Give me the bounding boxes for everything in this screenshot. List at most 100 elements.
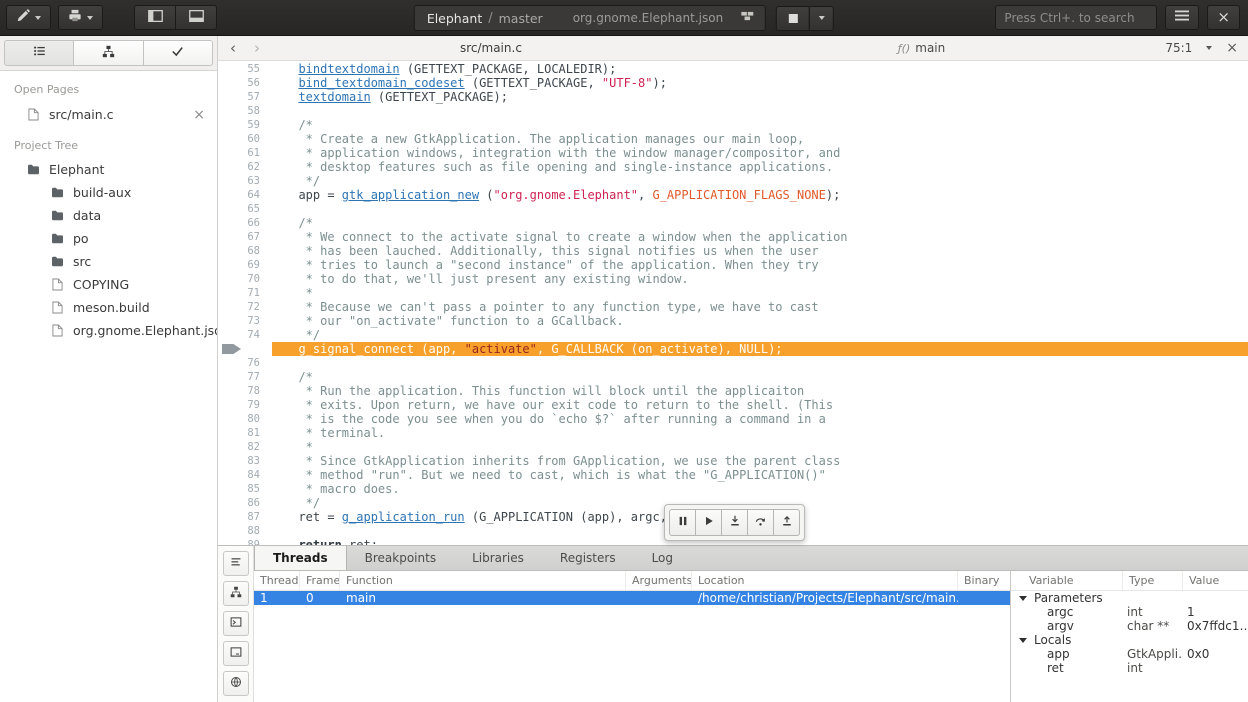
panel-tab-threads[interactable]: Threads — [254, 546, 347, 570]
line-number[interactable]: 58 — [218, 104, 272, 118]
code-line-66[interactable]: 66 /* — [218, 216, 1248, 230]
line-number[interactable]: 76 — [218, 356, 272, 370]
tree-item-meson-build[interactable]: meson.build — [0, 296, 217, 319]
code-line-72[interactable]: 72 * Because we can't pass a pointer to … — [218, 300, 1248, 314]
line-number[interactable]: 67 — [218, 230, 272, 244]
variable-argc[interactable]: argcint1 — [1011, 605, 1248, 619]
variable-app[interactable]: appGtkAppli…0x0 — [1011, 647, 1248, 661]
menu-button[interactable] — [1165, 5, 1199, 30]
code-line-74[interactable]: 74 */ — [218, 328, 1248, 342]
panel-button-terminal[interactable] — [223, 611, 249, 636]
code-line-76[interactable]: 76 — [218, 356, 1248, 370]
code-line-75[interactable]: g_signal_connect (app, "activate", G_CAL… — [218, 342, 1248, 356]
sidebar-tab-build[interactable] — [73, 40, 143, 66]
debug-continue-button[interactable] — [695, 509, 722, 536]
run-options-button[interactable] — [809, 6, 834, 31]
search-input[interactable] — [995, 5, 1157, 30]
sidebar-tab-pages[interactable] — [4, 40, 74, 66]
code-line-56[interactable]: 56 bind_textdomain_codeset (GETTEXT_PACK… — [218, 76, 1248, 90]
line-number[interactable]: 73 — [218, 314, 272, 328]
line-number[interactable]: 68 — [218, 244, 272, 258]
nav-forward-button[interactable]: › — [254, 36, 260, 60]
code-line-82[interactable]: 82 * — [218, 440, 1248, 454]
disclosure-triangle-icon[interactable] — [1019, 596, 1027, 601]
line-number[interactable]: 81 — [218, 426, 272, 440]
line-number[interactable]: 89 — [218, 538, 272, 545]
code-line-78[interactable]: 78 * Run the application. This function … — [218, 384, 1248, 398]
editor-menu-caret-icon[interactable] — [1206, 46, 1212, 50]
line-number[interactable]: 61 — [218, 146, 272, 160]
code-line-59[interactable]: 59 /* — [218, 118, 1248, 132]
panel-button-build-output[interactable] — [223, 551, 249, 576]
line-number[interactable] — [218, 342, 272, 356]
toggle-left-panel-button[interactable] — [134, 5, 176, 30]
line-number[interactable]: 62 — [218, 160, 272, 174]
code-line-55[interactable]: 55 bindtextdomain (GETTEXT_PACKAGE, LOCA… — [218, 62, 1248, 76]
disclosure-triangle-icon[interactable] — [1019, 638, 1027, 643]
code-line-62[interactable]: 62 * desktop features such as file openi… — [218, 160, 1248, 174]
variable-group-locals[interactable]: Locals — [1011, 633, 1248, 647]
code-line-73[interactable]: 73 * our "on_activate" function to a GCa… — [218, 314, 1248, 328]
current-symbol-button[interactable]: ƒ() main — [898, 36, 945, 60]
nav-back-button[interactable]: ‹ — [230, 36, 236, 60]
variable-group-parameters[interactable]: Parameters — [1011, 591, 1248, 605]
line-number[interactable]: 70 — [218, 272, 272, 286]
toggle-bottom-panel-button[interactable] — [175, 5, 217, 30]
close-page-icon[interactable]: × — [193, 108, 205, 122]
line-number[interactable]: 78 — [218, 384, 272, 398]
line-number[interactable]: 83 — [218, 454, 272, 468]
code-line-67[interactable]: 67 * We connect to the activate signal t… — [218, 230, 1248, 244]
line-number[interactable]: 59 — [218, 118, 272, 132]
code-line-71[interactable]: 71 * — [218, 286, 1248, 300]
code-line-61[interactable]: 61 * application windows, integration wi… — [218, 146, 1248, 160]
code-line-69[interactable]: 69 * tries to launch a "second instance"… — [218, 258, 1248, 272]
code-line-65[interactable]: 65 — [218, 202, 1248, 216]
open-page-item[interactable]: src/main.c× — [0, 102, 217, 127]
line-number[interactable]: 87 — [218, 510, 272, 524]
thread-row[interactable]: 10main/home/christian/Projects/Elephant/… — [254, 591, 1010, 605]
code-line-70[interactable]: 70 * to do that, we'll just present any … — [218, 272, 1248, 286]
code-line-77[interactable]: 77 /* — [218, 370, 1248, 384]
line-number[interactable]: 64 — [218, 188, 272, 202]
debug-pause-button[interactable] — [669, 509, 696, 536]
code-line-83[interactable]: 83 * Since GtkApplication inherits from … — [218, 454, 1248, 468]
code-line-57[interactable]: 57 textdomain (GETTEXT_PACKAGE); — [218, 90, 1248, 104]
build-profile-button[interactable] — [58, 5, 103, 30]
tree-item-data[interactable]: data — [0, 204, 217, 227]
debug-step-over-button[interactable] — [747, 509, 774, 536]
surface-menu-button[interactable] — [6, 5, 51, 30]
code-line-81[interactable]: 81 * terminal. — [218, 426, 1248, 440]
code-line-68[interactable]: 68 * has been lauched. Additionally, thi… — [218, 244, 1248, 258]
panel-button-runtime-terminal[interactable] — [223, 641, 249, 666]
tree-item-build-aux[interactable]: build-aux — [0, 181, 217, 204]
code-line-79[interactable]: 79 * exits. Upon return, we have our exi… — [218, 398, 1248, 412]
line-number[interactable]: 57 — [218, 90, 272, 104]
code-lines[interactable]: 55 bindtextdomain (GETTEXT_PACKAGE, LOCA… — [218, 61, 1248, 545]
omnibar[interactable]: Elephant / master org.gnome.Elephant.jso… — [414, 5, 766, 31]
cursor-position[interactable]: 75:1 — [1165, 41, 1192, 55]
tree-item-po[interactable]: po — [0, 227, 217, 250]
line-number[interactable]: 74 — [218, 328, 272, 342]
line-number[interactable]: 80 — [218, 412, 272, 426]
tree-item-src[interactable]: src — [0, 250, 217, 273]
debug-step-in-button[interactable] — [721, 509, 748, 536]
tree-item-org-gnome-elephant-json[interactable]: org.gnome.Elephant.json — [0, 319, 217, 342]
code-line-60[interactable]: 60 * Create a new GtkApplication. The ap… — [218, 132, 1248, 146]
code-line-64[interactable]: 64 app = gtk_application_new ("org.gnome… — [218, 188, 1248, 202]
line-number[interactable]: 56 — [218, 76, 272, 90]
panel-tab-libraries[interactable]: Libraries — [454, 546, 542, 570]
code-line-80[interactable]: 80 * is the code you see when you do `ec… — [218, 412, 1248, 426]
line-number[interactable]: 85 — [218, 482, 272, 496]
stop-build-button[interactable] — [776, 6, 810, 31]
line-number[interactable]: 79 — [218, 398, 272, 412]
code-line-85[interactable]: 85 * macro does. — [218, 482, 1248, 496]
panel-button-project-tree[interactable] — [223, 581, 249, 606]
line-number[interactable]: 77 — [218, 370, 272, 384]
close-window-button[interactable]: × — [1207, 5, 1240, 30]
panel-tab-registers[interactable]: Registers — [542, 546, 634, 570]
line-number[interactable]: 65 — [218, 202, 272, 216]
code-line-58[interactable]: 58 — [218, 104, 1248, 118]
line-number[interactable]: 71 — [218, 286, 272, 300]
panel-button-network[interactable] — [223, 671, 249, 696]
tree-item-elephant[interactable]: Elephant — [0, 158, 217, 181]
